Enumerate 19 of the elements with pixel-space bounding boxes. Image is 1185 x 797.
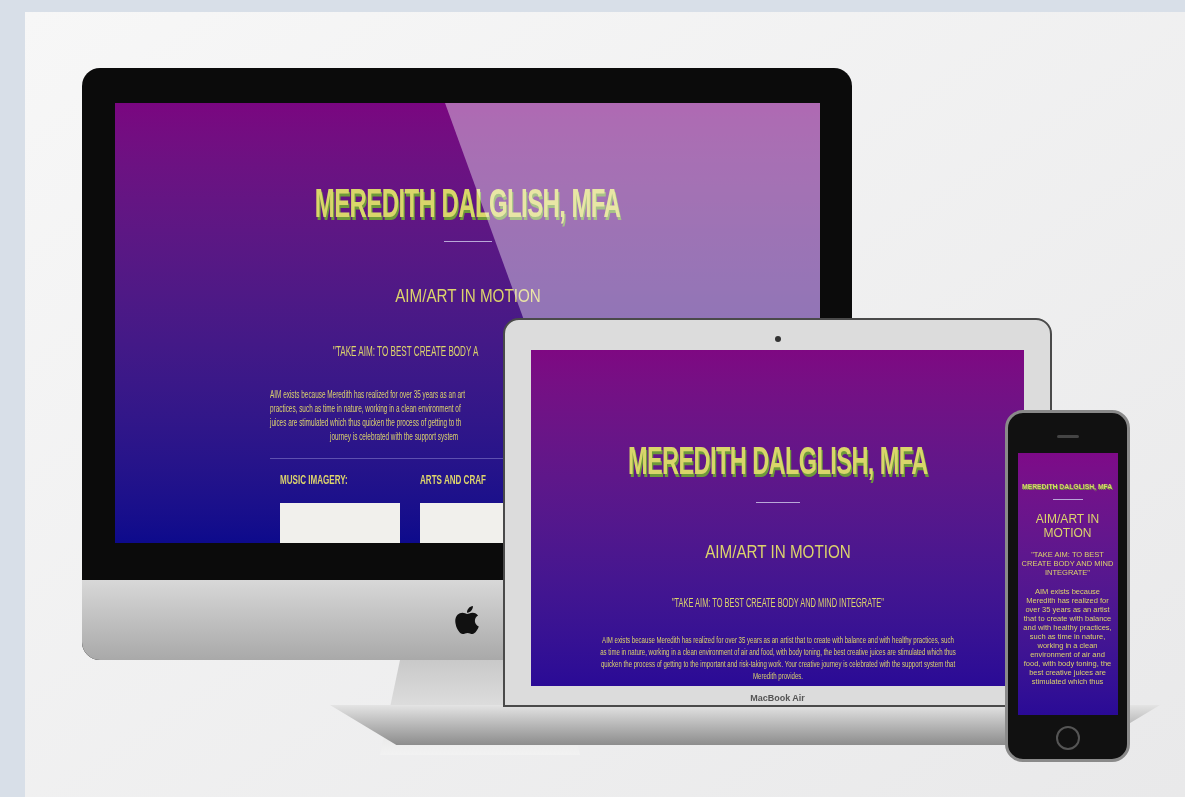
quote-text: "TAKE AIM: TO BEST CREATE BODY AND MIND INTEGRATE" — [671, 595, 884, 613]
site-title: MEREDITH DALGLISH, MFA — [627, 441, 928, 480]
apple-icon — [453, 604, 481, 636]
site-subtitle: AIM/ART IN MOTION — [394, 284, 541, 308]
site-title: MEREDITH DALGLISH, MFA — [1022, 481, 1113, 493]
section-heading: MUSIC IMAGERY: — [280, 471, 348, 490]
site-subtitle: AIM/ART IN MOTION — [704, 539, 851, 564]
site-subtitle: AIM/ART IN MOTION — [1034, 512, 1101, 540]
paragraph-line: practices, such as time in nature, working in a clean environment of — [270, 401, 461, 416]
paragraph-line: journey is celebrated with the support system — [330, 429, 459, 444]
paragraph-line: juices are stimulated which thus quicken the process of getting to th — [270, 415, 462, 430]
camera-icon — [774, 336, 781, 342]
paragraph-text: AIM exists because Meredith has realized for over 35 years as an artist that to create with balance and with healthy practices, such as time in nature, working in a clean environment of air and food, with body toning, the best creative juices are stimulated which thus quicken the process of getting to the important and risk-taking work. Your creative journey is celebrated with the support system that Meredith provides. — [598, 634, 957, 683]
laptop-label: MacBook Air — [750, 691, 805, 705]
home-button[interactable] — [1055, 726, 1080, 750]
quote-text: "TAKE AIM: TO BEST CREATE BODY A — [333, 341, 479, 361]
paragraph-line: AIM exists because Meredith has realized for over 35 years as an art — [270, 387, 465, 402]
speaker-icon — [1056, 435, 1079, 438]
section-heading: ARTS AND CRAF — [420, 471, 486, 490]
